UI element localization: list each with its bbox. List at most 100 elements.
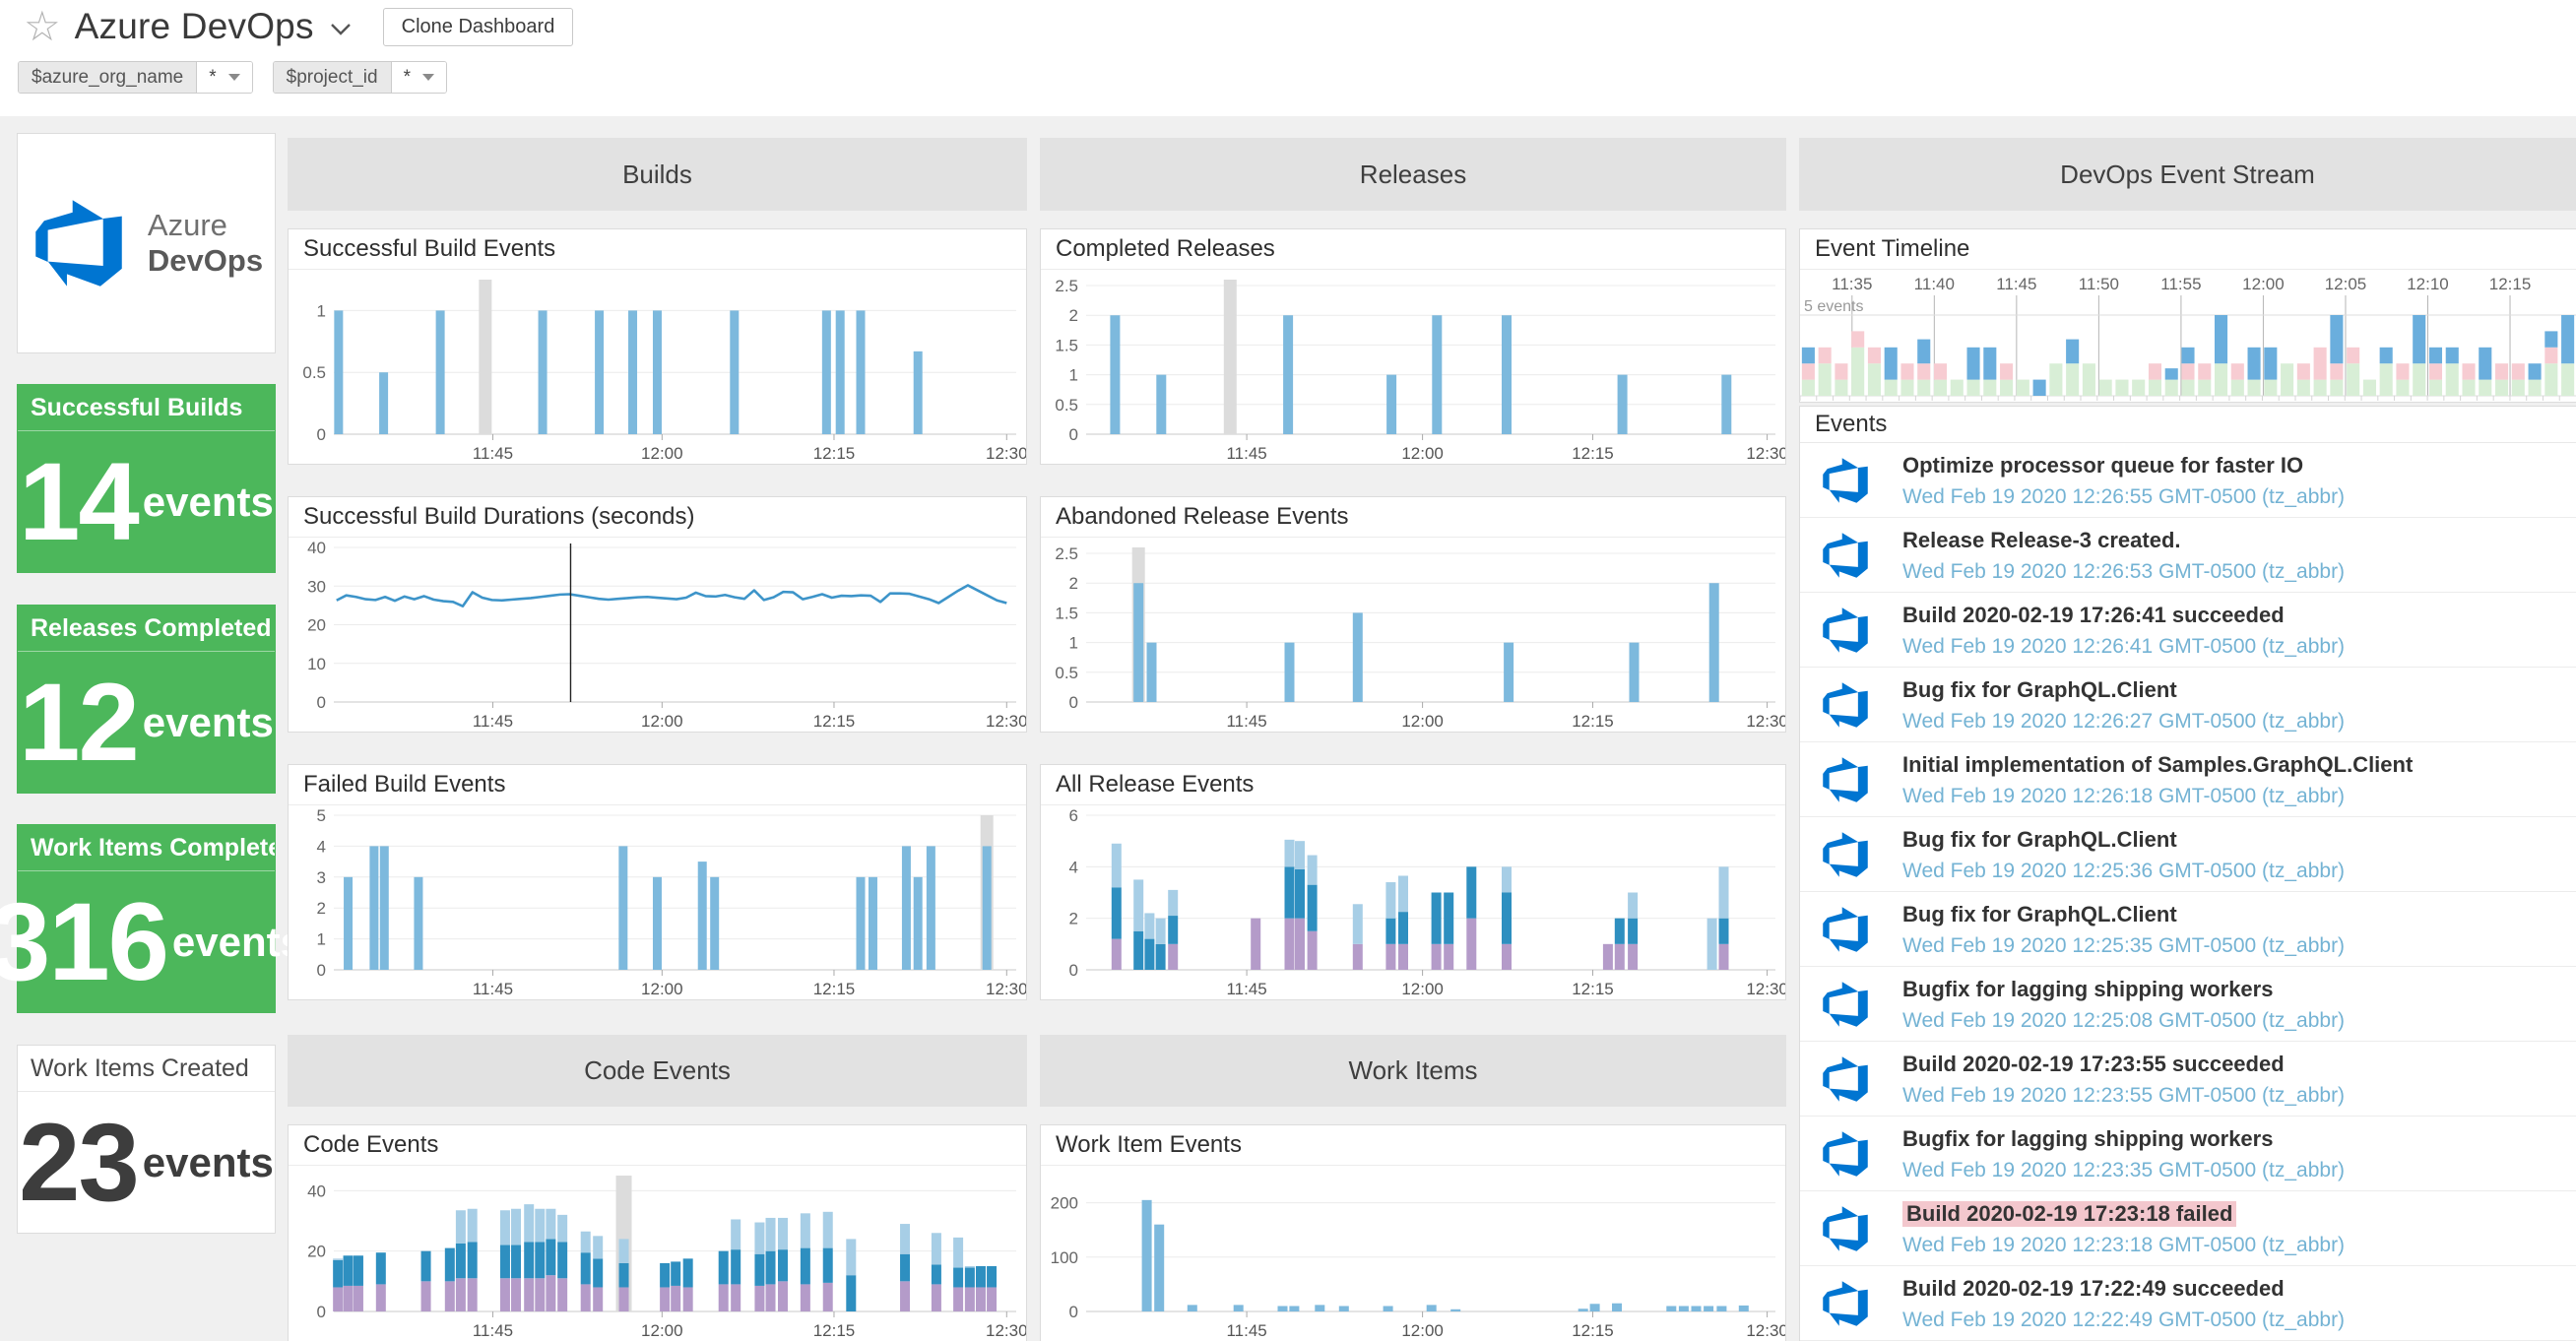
- variable-project-id[interactable]: $project_id *: [273, 61, 447, 94]
- event-row[interactable]: Bug fix for GraphQL.ClientWed Feb 19 202…: [1800, 892, 2576, 967]
- favorite-star-icon[interactable]: ☆: [24, 6, 61, 47]
- abandoned-release-events-chart[interactable]: 00.511.522.511:4512:0012:1512:30: [1041, 538, 1785, 732]
- svg-text:1.5: 1.5: [1055, 336, 1078, 354]
- dashboard-title-row: ☆ Azure DevOps Clone Dashboard: [24, 6, 573, 47]
- svg-text:11:45: 11:45: [473, 1321, 513, 1340]
- svg-text:12:30: 12:30: [986, 712, 1026, 731]
- event-title: Build 2020-02-19 17:23:55 succeeded: [1902, 1052, 2566, 1077]
- azure-devops-icon: [1820, 829, 1871, 880]
- stat-releases-completed: Releases Completed 12events: [17, 605, 276, 794]
- event-timestamp: Wed Feb 19 2020 12:26:41 GMT-0500 (tz_ab…: [1902, 635, 2566, 659]
- svg-text:11:45: 11:45: [1226, 1321, 1266, 1340]
- svg-text:30: 30: [307, 577, 326, 596]
- panel-work-item-events: Work Item Events 010020011:4512:0012:151…: [1040, 1124, 1786, 1341]
- event-row[interactable]: Initial implementation of Samples.GraphQ…: [1800, 742, 2576, 817]
- event-row[interactable]: Optimize processor queue for faster IOWe…: [1800, 443, 2576, 518]
- failed-build-events-chart[interactable]: 01234511:4512:0012:1512:30: [289, 805, 1026, 999]
- panel-title[interactable]: Successful Build Durations (seconds): [289, 497, 1026, 538]
- panel-title[interactable]: All Release Events: [1041, 765, 1785, 805]
- svg-text:11:45: 11:45: [473, 980, 513, 998]
- top-bar: ☆ Azure DevOps Clone Dashboard $azure_or…: [0, 0, 2576, 116]
- svg-text:12:15: 12:15: [813, 444, 856, 463]
- panel-title[interactable]: Successful Build Events: [289, 229, 1026, 270]
- panel-all-release-events: All Release Events 024611:4512:0012:1512…: [1040, 764, 1786, 1000]
- svg-text:1: 1: [317, 301, 326, 320]
- successful-build-events-chart[interactable]: 00.5111:4512:0012:1512:30: [289, 270, 1026, 464]
- svg-text:2: 2: [1069, 306, 1078, 325]
- svg-text:12:15: 12:15: [1572, 980, 1614, 998]
- section-header-devops-event-stream: DevOps Event Stream: [1799, 138, 2576, 211]
- svg-text:4: 4: [317, 837, 326, 856]
- svg-text:12:00: 12:00: [1401, 712, 1444, 731]
- event-row[interactable]: Bug fix for GraphQL.ClientWed Feb 19 202…: [1800, 668, 2576, 742]
- event-title: Build 2020-02-19 17:23:18 failed: [1902, 1201, 2566, 1227]
- svg-text:12:15: 12:15: [813, 980, 856, 998]
- work-item-events-chart[interactable]: 010020011:4512:0012:1512:30: [1041, 1166, 1785, 1341]
- svg-text:6: 6: [1069, 806, 1078, 825]
- event-title: Release Release-3 created.: [1902, 528, 2566, 553]
- stat-value: 14: [19, 447, 138, 557]
- svg-text:0: 0: [1069, 961, 1078, 980]
- stat-value: 12: [19, 668, 138, 778]
- svg-text:11:55: 11:55: [2160, 275, 2201, 293]
- panel-title[interactable]: Work Item Events: [1041, 1125, 1785, 1166]
- event-title: Initial implementation of Samples.GraphQ…: [1902, 752, 2566, 778]
- event-row[interactable]: Bug fix for GraphQL.ClientWed Feb 19 202…: [1800, 817, 2576, 892]
- event-row[interactable]: Build 2020-02-19 17:26:41 succeededWed F…: [1800, 593, 2576, 668]
- dashboard-title[interactable]: Azure DevOps: [75, 6, 314, 47]
- azure-devops-icon: [1820, 455, 1871, 506]
- variable-label: $project_id: [274, 62, 391, 93]
- azure-devops-icon: [1820, 530, 1871, 581]
- completed-releases-chart[interactable]: 00.511.522.511:4512:0012:1512:30: [1041, 270, 1785, 464]
- event-row[interactable]: Bugfix for lagging shipping workersWed F…: [1800, 1117, 2576, 1191]
- event-timestamp: Wed Feb 19 2020 12:23:35 GMT-0500 (tz_ab…: [1902, 1159, 2566, 1182]
- panel-title[interactable]: Failed Build Events: [289, 765, 1026, 805]
- event-timestamp: Wed Feb 19 2020 12:25:36 GMT-0500 (tz_ab…: [1902, 860, 2566, 883]
- azure-devops-icon: [1820, 605, 1871, 656]
- all-release-events-chart[interactable]: 024611:4512:0012:1512:30: [1041, 805, 1785, 999]
- stat-successful-builds: Successful Builds 14events: [17, 384, 276, 573]
- svg-text:12:30: 12:30: [1746, 1321, 1785, 1340]
- svg-text:0: 0: [317, 693, 326, 712]
- event-row[interactable]: Release Release-3 created. Wed Feb 19 202…: [1800, 518, 2576, 593]
- svg-text:11:45: 11:45: [1226, 712, 1266, 731]
- chevron-down-icon[interactable]: [330, 23, 352, 36]
- svg-text:2.5: 2.5: [1055, 544, 1078, 563]
- clone-dashboard-button[interactable]: Clone Dashboard: [383, 8, 574, 46]
- successful-build-durations-chart[interactable]: 01020304011:4512:0012:1512:30: [289, 538, 1026, 732]
- event-timestamp: Wed Feb 19 2020 12:26:53 GMT-0500 (tz_ab…: [1902, 560, 2566, 584]
- event-row[interactable]: Build 2020-02-19 17:23:55 succeededWed F…: [1800, 1042, 2576, 1117]
- event-timestamp: Wed Feb 19 2020 12:22:49 GMT-0500 (tz_ab…: [1902, 1309, 2566, 1332]
- event-timeline-chart[interactable]: 11:3511:4011:4511:5011:5512:0012:0512:10…: [1800, 270, 2576, 402]
- svg-text:12:30: 12:30: [1746, 980, 1785, 998]
- stat-value: 23: [19, 1108, 138, 1218]
- azure-devops-icon: [1820, 679, 1871, 731]
- panel-title[interactable]: Abandoned Release Events: [1041, 497, 1785, 538]
- panel-title[interactable]: Code Events: [289, 1125, 1026, 1166]
- stat-work-items-created: Work Items Created 23events: [17, 1045, 276, 1234]
- panel-title[interactable]: Completed Releases: [1041, 229, 1785, 270]
- panel-title[interactable]: Event Timeline: [1800, 229, 2576, 270]
- svg-text:0: 0: [317, 1303, 326, 1321]
- svg-text:12:00: 12:00: [641, 712, 683, 731]
- variable-azure-org-name[interactable]: $azure_org_name *: [18, 61, 253, 94]
- event-timestamp: Wed Feb 19 2020 12:25:08 GMT-0500 (tz_ab…: [1902, 1009, 2566, 1033]
- event-title: Optimize processor queue for faster IO: [1902, 453, 2566, 479]
- event-row[interactable]: Build 2020-02-19 17:22:49 succeededWed F…: [1800, 1266, 2576, 1341]
- event-row[interactable]: Build 2020-02-19 17:23:18 failedWed Feb …: [1800, 1191, 2576, 1266]
- event-row[interactable]: Bugfix for lagging shipping workersWed F…: [1800, 967, 2576, 1042]
- svg-text:12:00: 12:00: [1401, 980, 1444, 998]
- svg-text:3: 3: [317, 868, 326, 887]
- svg-text:2: 2: [1069, 574, 1078, 593]
- azure-devops-icon: [1820, 754, 1871, 805]
- panel-events: Events Optimize processor queue for fast…: [1799, 406, 2576, 1341]
- stat-title: Work Items Created: [18, 1046, 275, 1092]
- svg-text:40: 40: [307, 1181, 326, 1200]
- svg-text:20: 20: [307, 1243, 326, 1261]
- svg-text:2: 2: [317, 899, 326, 918]
- section-header-builds: Builds: [288, 138, 1027, 211]
- panel-failed-build-events: Failed Build Events 01234511:4512:0012:1…: [288, 764, 1027, 1000]
- svg-text:11:45: 11:45: [473, 712, 513, 731]
- code-events-chart[interactable]: 0204011:4512:0012:1512:30: [289, 1166, 1026, 1341]
- svg-text:12:15: 12:15: [1572, 1321, 1614, 1340]
